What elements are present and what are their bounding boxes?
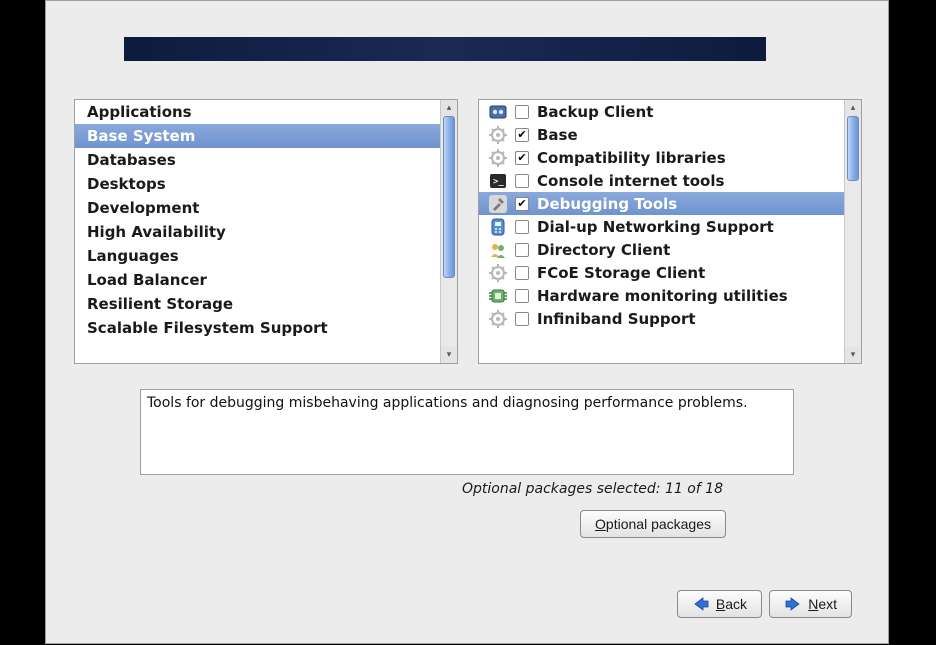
scroll-down-icon[interactable]: ▾ <box>845 347 861 363</box>
package-label: Debugging Tools <box>537 195 677 213</box>
package-item[interactable]: Dial-up Networking Support <box>479 215 844 238</box>
tools-icon <box>489 195 507 213</box>
package-item[interactable]: Infiniband Support <box>479 307 844 330</box>
category-item[interactable]: Desktops <box>75 172 440 196</box>
package-checkbox[interactable]: ✔ <box>515 197 529 211</box>
category-item[interactable]: Development <box>75 196 440 220</box>
package-item[interactable]: ✔ Base <box>479 123 844 146</box>
package-checkbox[interactable] <box>515 174 529 188</box>
button-label: Next <box>808 596 837 612</box>
package-item[interactable]: FCoE Storage Client <box>479 261 844 284</box>
users-icon <box>489 241 507 259</box>
package-item[interactable]: ✔ Compatibility libraries <box>479 146 844 169</box>
package-checkbox[interactable]: ✔ <box>515 151 529 165</box>
category-item[interactable]: Databases <box>75 148 440 172</box>
package-checkbox[interactable] <box>515 266 529 280</box>
category-item[interactable]: Languages <box>75 244 440 268</box>
package-checkbox[interactable] <box>515 289 529 303</box>
arrow-left-icon <box>692 597 710 611</box>
button-label: Optional packages <box>595 516 711 532</box>
scroll-thumb[interactable] <box>443 116 455 278</box>
package-label: Infiniband Support <box>537 310 696 328</box>
package-list[interactable]: Backup Client ✔ Base ✔ Compatibility librari… <box>479 100 844 363</box>
package-pane: Backup Client ✔ Base ✔ Compatibility librari… <box>478 99 862 364</box>
header-banner <box>124 37 766 61</box>
gear-icon <box>489 264 507 282</box>
package-checkbox[interactable] <box>515 243 529 257</box>
button-label: Back <box>716 596 747 612</box>
package-label: Backup Client <box>537 103 653 121</box>
gear-icon <box>489 310 507 328</box>
package-scrollbar[interactable]: ▴ ▾ <box>844 100 861 363</box>
svg-text:>_: >_ <box>493 177 504 187</box>
scroll-thumb[interactable] <box>847 116 859 181</box>
scroll-up-icon[interactable]: ▴ <box>441 100 457 116</box>
package-item[interactable]: ✔ Debugging Tools <box>479 192 844 215</box>
package-label: FCoE Storage Client <box>537 264 705 282</box>
scroll-up-icon[interactable]: ▴ <box>845 100 861 116</box>
back-button[interactable]: Back <box>677 590 762 618</box>
package-checkbox[interactable]: ✔ <box>515 128 529 142</box>
scroll-track[interactable] <box>441 116 457 347</box>
package-checkbox[interactable] <box>515 220 529 234</box>
category-scrollbar[interactable]: ▴ ▾ <box>440 100 457 363</box>
package-item[interactable]: Hardware monitoring utilities <box>479 284 844 307</box>
optional-packages-button[interactable]: Optional packages <box>580 510 726 538</box>
package-label: Console internet tools <box>537 172 724 190</box>
arrow-right-icon <box>784 597 802 611</box>
package-label: Dial-up Networking Support <box>537 218 774 236</box>
optional-status: Optional packages selected: 11 of 18 <box>462 481 723 497</box>
category-item[interactable]: Base System <box>75 124 440 148</box>
installer-window: ApplicationsBase SystemDatabasesDesktops… <box>45 0 889 644</box>
package-label: Hardware monitoring utilities <box>537 287 788 305</box>
chip-icon <box>489 287 507 305</box>
description-box: Tools for debugging misbehaving applicat… <box>140 389 794 475</box>
package-item[interactable]: Backup Client <box>479 100 844 123</box>
category-item[interactable]: Resilient Storage <box>75 292 440 316</box>
gear-icon <box>489 126 507 144</box>
package-label: Directory Client <box>537 241 670 259</box>
package-label: Base <box>537 126 578 144</box>
category-item[interactable]: Load Balancer <box>75 268 440 292</box>
package-item[interactable]: >_ Console internet tools <box>479 169 844 192</box>
category-item[interactable]: Scalable Filesystem Support <box>75 316 440 340</box>
package-checkbox[interactable] <box>515 105 529 119</box>
next-button[interactable]: Next <box>769 590 852 618</box>
gear-icon <box>489 149 507 167</box>
scroll-track[interactable] <box>845 116 861 347</box>
category-item[interactable]: Applications <box>75 100 440 124</box>
package-item[interactable]: Directory Client <box>479 238 844 261</box>
category-list[interactable]: ApplicationsBase SystemDatabasesDesktops… <box>75 100 440 363</box>
category-pane: ApplicationsBase SystemDatabasesDesktops… <box>74 99 458 364</box>
tape-icon <box>489 103 507 121</box>
terminal-icon: >_ <box>489 172 507 190</box>
package-label: Compatibility libraries <box>537 149 726 167</box>
panes: ApplicationsBase SystemDatabasesDesktops… <box>74 99 862 364</box>
package-checkbox[interactable] <box>515 312 529 326</box>
category-item[interactable]: High Availability <box>75 220 440 244</box>
phone-icon <box>489 218 507 236</box>
scroll-down-icon[interactable]: ▾ <box>441 347 457 363</box>
